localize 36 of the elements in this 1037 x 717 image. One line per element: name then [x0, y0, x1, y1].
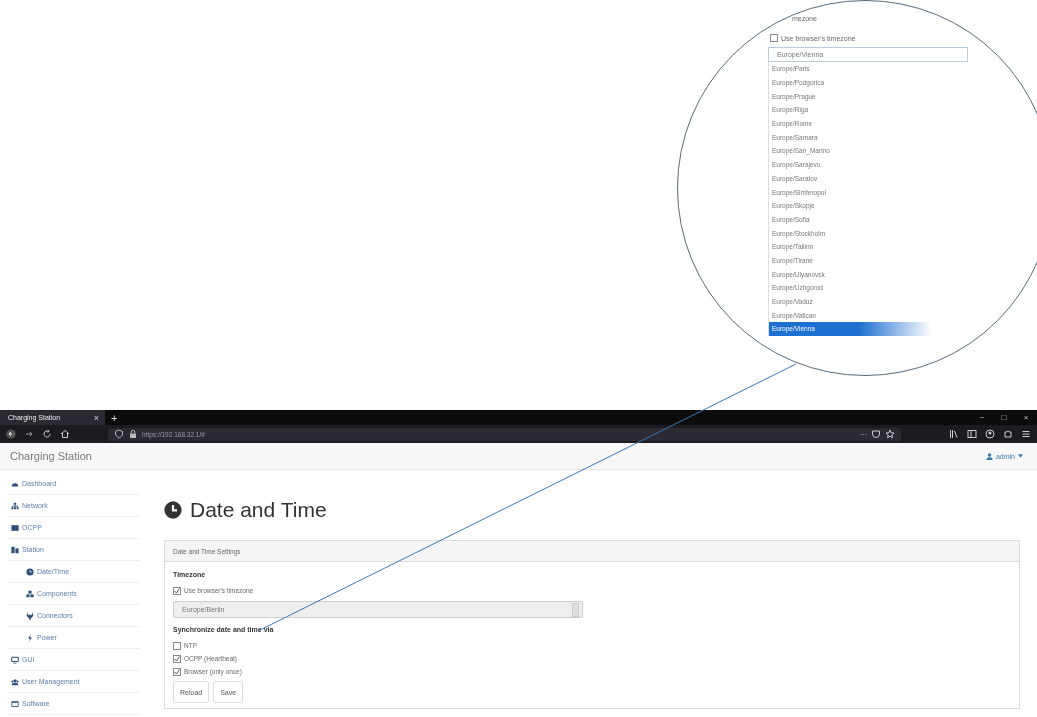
clock-icon: [164, 501, 182, 519]
window-icon: [11, 699, 19, 708]
account-icon[interactable]: [985, 429, 995, 439]
window-control[interactable]: □: [993, 410, 1015, 425]
app-brand[interactable]: Charging Station: [10, 450, 92, 462]
home-icon[interactable]: [60, 429, 70, 439]
back-icon[interactable]: [6, 429, 16, 439]
sitemap-icon: [11, 501, 19, 510]
checkbox[interactable]: [173, 667, 181, 676]
close-icon[interactable]: ×: [93, 412, 99, 423]
users-icon: [11, 677, 19, 686]
checkbox[interactable]: [173, 641, 181, 650]
list-icon: [11, 523, 19, 532]
window-control[interactable]: ×: [1015, 410, 1037, 425]
cubes-icon: [26, 589, 34, 598]
checkbox[interactable]: [770, 34, 778, 42]
plug-icon: [26, 611, 34, 620]
monitor-icon: [11, 655, 19, 664]
sidebar-icon[interactable]: [967, 429, 977, 439]
checkbox[interactable]: [173, 586, 181, 595]
user-icon: [985, 452, 993, 460]
library-icon[interactable]: [949, 429, 959, 439]
server-icon: [11, 545, 19, 554]
clock-icon: [26, 567, 34, 576]
star-icon[interactable]: [885, 429, 895, 439]
lock-icon: [128, 429, 138, 439]
menu-icon[interactable]: [1021, 429, 1031, 439]
shield-icon[interactable]: [114, 429, 124, 439]
bolt-icon: [26, 633, 34, 642]
checkbox[interactable]: [173, 654, 181, 663]
forward-icon[interactable]: [24, 429, 34, 439]
page-heading: Date and Time: [190, 498, 327, 522]
new-tab-button[interactable]: +: [105, 410, 124, 425]
window-control[interactable]: −: [971, 410, 993, 425]
reload-icon[interactable]: [42, 429, 52, 439]
caret-icon: [1018, 454, 1023, 458]
